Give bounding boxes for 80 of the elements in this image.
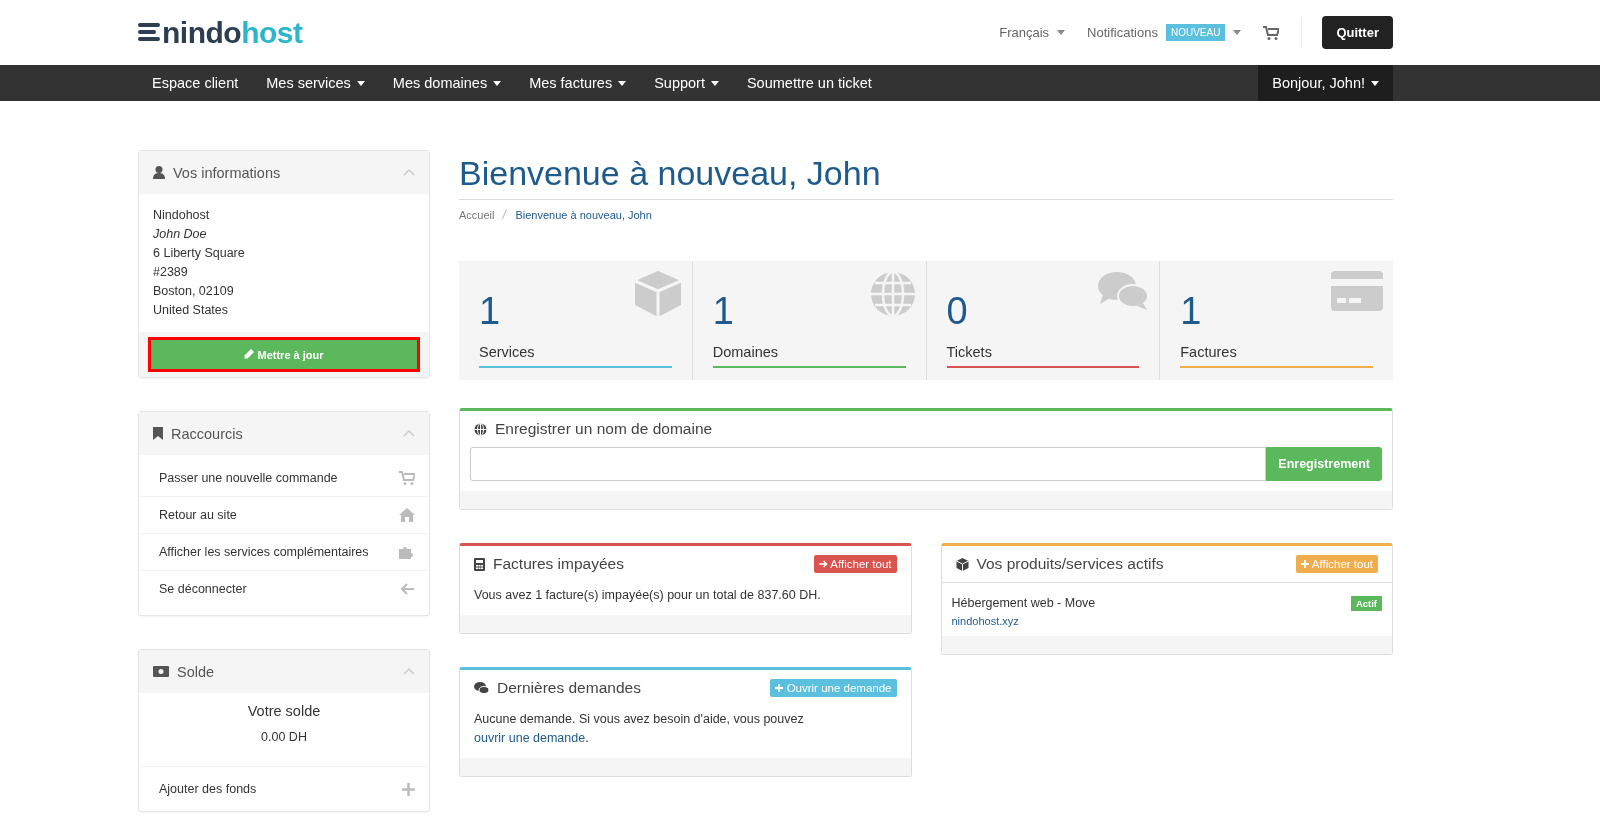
product-domain-link[interactable]: nindohost.xyz bbox=[951, 615, 1096, 627]
notifications-menu[interactable]: Notifications bbox=[1087, 25, 1158, 40]
caret-icon[interactable] bbox=[618, 80, 627, 86]
panel-title: Vos produits/services actifs bbox=[976, 555, 1165, 573]
caret-icon[interactable] bbox=[1371, 80, 1379, 86]
language-menu[interactable]: Français bbox=[999, 25, 1050, 40]
breadcrumb-item[interactable]: Accueil bbox=[459, 209, 495, 221]
plus-icon bbox=[402, 782, 415, 796]
caret-icon[interactable] bbox=[493, 80, 502, 86]
logo-text[interactable]: nindohost bbox=[162, 15, 303, 50]
puzzle-icon bbox=[399, 545, 415, 559]
stat-tile[interactable]: 1 Services bbox=[459, 261, 693, 380]
nav-item[interactable]: Mes services bbox=[266, 65, 351, 101]
nav-item[interactable]: Support bbox=[654, 65, 705, 101]
globe-icon bbox=[474, 422, 487, 436]
caret-icon[interactable] bbox=[710, 80, 719, 86]
stat-label: Services bbox=[479, 344, 536, 360]
address-line: Boston, 02109 bbox=[153, 283, 235, 300]
bookmark-icon bbox=[153, 427, 163, 440]
shortcut-link[interactable]: Retour au site bbox=[159, 508, 237, 522]
add-funds-link[interactable]: Ajouter des fonds bbox=[159, 782, 257, 796]
shortcut-link[interactable]: Passer une nouvelle commande bbox=[159, 471, 338, 485]
panel-title: Dernières demandes bbox=[497, 679, 642, 697]
panel-title: Raccourcis bbox=[171, 425, 244, 442]
status-label: Actif bbox=[1350, 596, 1382, 611]
address-line: Nindohost bbox=[153, 207, 211, 224]
credit-card-icon bbox=[1331, 271, 1383, 311]
address-line: John Doe bbox=[153, 226, 208, 243]
panel-title: Enregistrer un nom de domaine bbox=[495, 420, 714, 438]
user-icon bbox=[153, 166, 165, 179]
address-line: 6 Liberty Square bbox=[153, 245, 246, 262]
stat-label: Tickets bbox=[946, 344, 993, 360]
globe-icon bbox=[869, 271, 916, 317]
stat-tile[interactable]: 1 Factures bbox=[1160, 261, 1393, 380]
arrow-right-icon bbox=[818, 560, 828, 568]
nav-item[interactable]: Soumettre un ticket bbox=[746, 65, 872, 101]
address-line: #2389 bbox=[153, 264, 189, 281]
stat-count: 0 bbox=[946, 289, 968, 334]
stat-count: 1 bbox=[1180, 289, 1202, 334]
box-icon bbox=[633, 271, 682, 317]
tickets-message: Aucune demande. Si vous avez besoin d'aide, vous pouvez ouvrir une demande. bbox=[474, 711, 805, 747]
stat-label: Factures bbox=[1180, 344, 1238, 360]
product-name: Hébergement web - Move bbox=[951, 596, 1096, 610]
nav-item[interactable]: Mes domaines bbox=[392, 65, 488, 101]
stat-label: Domaines bbox=[712, 344, 780, 360]
panel-title: Factures impayées bbox=[493, 555, 625, 573]
page-title: Bienvenue à nouveau, John bbox=[459, 150, 1393, 200]
logout-button[interactable]: Quitter bbox=[1322, 16, 1393, 49]
shortcut-link[interactable]: Afficher les services complémentaires bbox=[159, 545, 369, 559]
cart-icon[interactable] bbox=[1263, 25, 1280, 40]
breadcrumb-item[interactable]: Bienvenue à nouveau, John bbox=[515, 209, 652, 221]
unpaid-summary: Vous avez 1 facture(s) impayée(s) pour un total de 837.60 DH. bbox=[474, 587, 822, 604]
chat-icon bbox=[474, 682, 489, 694]
arrow-left-icon bbox=[401, 583, 415, 595]
stat-tile[interactable]: 0 Tickets bbox=[926, 261, 1161, 380]
panel-title: Vos informations bbox=[173, 164, 282, 181]
breadcrumb-separator-icon bbox=[502, 209, 508, 219]
nav-item[interactable]: Mes factures bbox=[529, 65, 613, 101]
cart-icon bbox=[399, 471, 415, 485]
balance-heading: Votre solde bbox=[246, 703, 322, 719]
panel-title: Solde bbox=[177, 663, 216, 680]
pencil-icon bbox=[244, 348, 255, 359]
address-line: United States bbox=[153, 302, 230, 319]
new-badge: NOUVEAU bbox=[1165, 24, 1226, 41]
domain-input-field[interactable] bbox=[470, 447, 1267, 481]
plus-icon bbox=[1301, 560, 1310, 568]
plus-icon bbox=[775, 684, 784, 692]
stat-count: 1 bbox=[712, 289, 734, 334]
nav-item[interactable]: Espace client bbox=[152, 65, 239, 101]
stat-tile[interactable]: 1 Domaines bbox=[692, 261, 927, 380]
caret-icon[interactable] bbox=[356, 80, 365, 86]
home-icon bbox=[399, 508, 415, 522]
balance-amount: 0.00 DH bbox=[260, 730, 308, 744]
box-icon bbox=[955, 557, 969, 571]
calculator-icon bbox=[474, 557, 485, 571]
shortcut-link[interactable]: Se déconnecter bbox=[159, 582, 247, 596]
money-icon bbox=[153, 666, 169, 677]
chat-icon bbox=[1097, 271, 1150, 311]
stat-count: 1 bbox=[479, 289, 501, 334]
view-all-button[interactable]: Afficher tout bbox=[813, 555, 897, 573]
